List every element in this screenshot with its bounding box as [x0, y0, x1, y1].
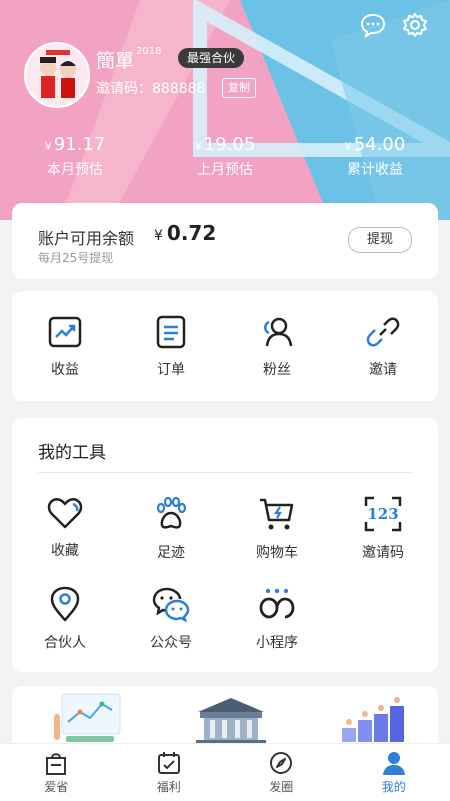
divider	[38, 472, 412, 473]
tools-title: 我的工具	[38, 438, 106, 463]
tab-mine[interactable]: 我的	[338, 744, 450, 801]
tool-label: 邀请码	[330, 542, 436, 562]
quick-link-earnings[interactable]: 收益	[12, 315, 118, 379]
invite-code-123-icon: 123	[364, 496, 402, 532]
stat-value: 54.00	[354, 134, 406, 155]
avatar[interactable]	[24, 42, 90, 108]
tool-label: 购物车	[224, 542, 330, 562]
invite-code-value: 888888	[152, 81, 205, 97]
tool-favorites[interactable]: 收藏	[12, 496, 118, 560]
invite-code-label: 邀请码：	[96, 81, 152, 97]
tool-label: 小程序	[224, 632, 330, 652]
stat-total-earnings[interactable]: ¥54.00 累计收益	[300, 134, 450, 179]
copy-button[interactable]: 复制	[222, 78, 256, 98]
analytics-illustration[interactable]	[52, 692, 132, 746]
username-superscript: 2018	[136, 46, 161, 57]
tools-card: 我的工具 收藏 足迹 购物车 123 邀请码	[12, 418, 438, 672]
tab-label: 发圈	[225, 778, 338, 795]
tab-welfare[interactable]: 福利	[113, 744, 226, 801]
username-text: 簡單	[96, 46, 134, 73]
heart-icon	[47, 496, 83, 530]
quick-link-label: 收益	[12, 359, 118, 379]
profile-header: 簡單 2018 最强合伙 邀请码：888888 复制 ¥91.17 本月预估 ¥…	[0, 0, 450, 220]
user-profile-icon	[381, 750, 407, 776]
stat-value: 91.17	[54, 134, 106, 155]
balance-card: 账户可用余额 ¥0.72 每月25号提现 提现	[12, 203, 438, 279]
tool-label: 收藏	[12, 540, 118, 560]
currency-symbol: ¥	[154, 228, 163, 244]
stat-label: 本月预估	[0, 159, 150, 179]
calendar-icon	[156, 750, 182, 776]
tool-invite-code[interactable]: 123 邀请码	[330, 496, 436, 562]
avatar-illustration	[26, 44, 88, 106]
withdraw-note: 每月25号提现	[38, 249, 113, 266]
quick-link-orders[interactable]: 订单	[118, 315, 224, 379]
currency-symbol: ¥	[45, 140, 52, 153]
mini-program-icon	[258, 586, 296, 622]
team-growth-illustration[interactable]	[334, 692, 414, 744]
tab-label: 福利	[113, 778, 226, 795]
tool-label: 足迹	[118, 542, 224, 562]
currency-symbol: ¥	[345, 140, 352, 153]
link-chain-icon	[366, 315, 400, 349]
fans-user-icon	[260, 315, 294, 349]
stat-label: 上月预估	[150, 159, 300, 179]
stat-this-month[interactable]: ¥91.17 本月预估	[0, 134, 150, 179]
quick-link-label: 粉丝	[224, 359, 330, 379]
message-icon[interactable]	[360, 12, 386, 38]
balance-value: 0.72	[167, 221, 216, 245]
gear-icon[interactable]	[402, 12, 428, 38]
svg-text:123: 123	[367, 505, 398, 523]
withdraw-button[interactable]: 提现	[348, 227, 412, 253]
rank-badge: 最强合伙	[178, 48, 244, 68]
currency-symbol: ¥	[195, 140, 202, 153]
bottom-tab-bar: 爱省 福利 发圈 我的	[0, 743, 450, 801]
compass-icon	[268, 750, 294, 776]
tool-partner[interactable]: 合伙人	[12, 586, 118, 652]
balance-amount: ¥0.72	[154, 221, 216, 245]
order-document-icon	[154, 315, 188, 349]
tab-label: 爱省	[0, 778, 113, 795]
quick-link-label: 订单	[118, 359, 224, 379]
tab-home[interactable]: 爱省	[0, 744, 113, 801]
stat-value: 19.05	[204, 134, 256, 155]
username: 簡單 2018	[96, 46, 161, 73]
quick-link-fans[interactable]: 粉丝	[224, 315, 330, 379]
chart-trend-icon	[48, 315, 82, 349]
invite-code-line: 邀请码：888888	[96, 78, 205, 98]
tool-official-account[interactable]: 公众号	[118, 586, 224, 652]
stat-label: 累计收益	[300, 159, 450, 179]
stat-last-month[interactable]: ¥19.05 上月预估	[150, 134, 300, 179]
tool-label: 公众号	[118, 632, 224, 652]
tab-moments[interactable]: 发圈	[225, 744, 338, 801]
tab-label: 我的	[338, 778, 450, 795]
cart-icon	[258, 496, 296, 532]
tool-cart[interactable]: 购物车	[224, 496, 330, 562]
location-pin-icon	[48, 586, 82, 622]
tool-footprints[interactable]: 足迹	[118, 496, 224, 562]
paw-icon	[153, 496, 189, 532]
quick-links-card: 收益 订单 粉丝 邀请	[12, 291, 438, 401]
quick-link-invite[interactable]: 邀请	[330, 315, 436, 379]
balance-title: 账户可用余额	[38, 225, 134, 249]
bank-building-illustration[interactable]	[190, 694, 272, 746]
tool-label: 合伙人	[12, 632, 118, 652]
wechat-icon	[152, 586, 190, 622]
shopping-bag-icon	[43, 750, 69, 776]
tool-mini-program[interactable]: 小程序	[224, 586, 330, 652]
quick-link-label: 邀请	[330, 359, 436, 379]
